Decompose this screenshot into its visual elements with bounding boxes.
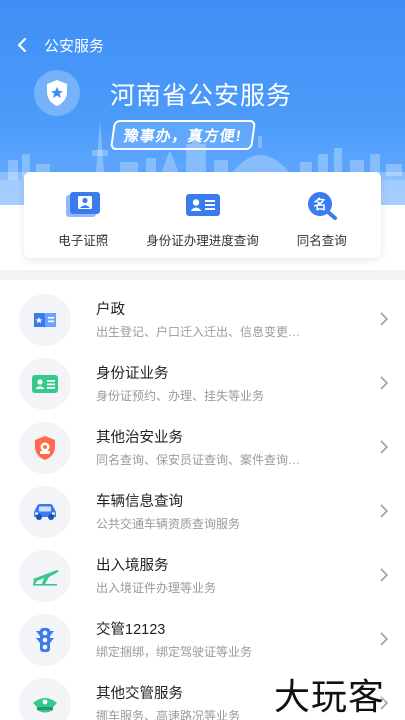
id-card-photo-icon (63, 190, 103, 220)
list-item-subtitle: 出生登记、户口迁入迁出、信息变更… (96, 325, 301, 339)
chevron-right-icon (379, 374, 389, 395)
police-badge-icon (34, 70, 80, 116)
list-item-subtitle: 出入境证件办理等业务 (96, 581, 217, 595)
airplane-icon (19, 550, 71, 602)
list-item-traffic-12123[interactable]: 交管12123 绑定捆绑，绑定驾驶证等业务 (0, 608, 405, 672)
list-item-title: 出入境服务 (96, 558, 169, 574)
list-item-title: 身份证业务 (96, 366, 169, 382)
chevron-left-icon (17, 37, 27, 53)
id-card-icon (183, 190, 223, 220)
household-register-icon (19, 294, 71, 346)
quick-item-label: 同名查询 (296, 234, 347, 248)
list-item-exit-entry[interactable]: 出入境服务 出入境证件办理等业务 (0, 544, 405, 608)
quick-item-label: 电子证照 (58, 234, 109, 248)
list-item-household[interactable]: 户政 出生登记、户口迁入迁出、信息变更… (0, 288, 405, 352)
list-item-subtitle: 绑定捆绑，绑定驾驶证等业务 (96, 645, 253, 659)
quick-item-e-certificate[interactable]: 电子证照 (24, 172, 143, 258)
chevron-right-icon (379, 310, 389, 331)
list-item-subtitle: 同名查询、保安员证查询、案件查询… (96, 453, 301, 467)
list-item-id-card[interactable]: 身份证业务 身份证预约、办理、挂失等业务 (0, 352, 405, 416)
security-shield-icon (19, 422, 71, 474)
section-divider (0, 270, 405, 280)
svg-text:名: 名 (313, 197, 326, 213)
quick-services-card: 电子证照 身份证办理进度查询 名 同名查询 (24, 172, 381, 258)
quick-item-id-progress[interactable]: 身份证办理进度查询 (143, 172, 263, 258)
car-icon (19, 486, 71, 538)
chevron-right-icon (379, 438, 389, 459)
quick-item-name-search[interactable]: 名 同名查询 (263, 172, 382, 258)
list-item-title: 车辆信息查询 (96, 494, 183, 510)
list-item-title: 其他治安业务 (96, 430, 183, 446)
list-item-subtitle: 公共交通车辆资质查询服务 (96, 517, 241, 531)
page: 公安服务 河南省公安服务 豫事办，真方便! 电子证照 身份证办理进度查询 名 同… (0, 0, 405, 720)
list-item-subtitle: 身份证预约、办理、挂失等业务 (96, 389, 265, 403)
chevron-right-icon (379, 630, 389, 651)
hero-title: 河南省公安服务 (110, 82, 293, 110)
id-card-icon (19, 358, 71, 410)
list-item-other-security[interactable]: 其他治安业务 同名查询、保安员证查询、案件查询… (0, 416, 405, 480)
traffic-light-icon (19, 614, 71, 666)
service-list: 户政 出生登记、户口迁入迁出、信息变更… 身份证业务 身份证预约、办理、挂失等业… (0, 288, 405, 720)
back-button[interactable] (0, 28, 44, 62)
nav-title: 公安服务 (44, 37, 105, 55)
police-cap-icon (19, 678, 71, 720)
chevron-right-icon (379, 502, 389, 523)
nav-bar: 公安服务 (0, 28, 405, 62)
list-item-vehicle-query[interactable]: 车辆信息查询 公共交通车辆资质查询服务 (0, 480, 405, 544)
list-item-title: 户政 (96, 302, 125, 318)
watermark-logo: 大玩客 (274, 677, 386, 718)
quick-item-label: 身份证办理进度查询 (146, 234, 259, 248)
name-search-icon: 名 (302, 190, 342, 220)
slogan-banner: 豫事办，真方便! (109, 120, 257, 150)
list-item-title: 交管12123 (96, 622, 166, 638)
chevron-right-icon (379, 566, 389, 587)
